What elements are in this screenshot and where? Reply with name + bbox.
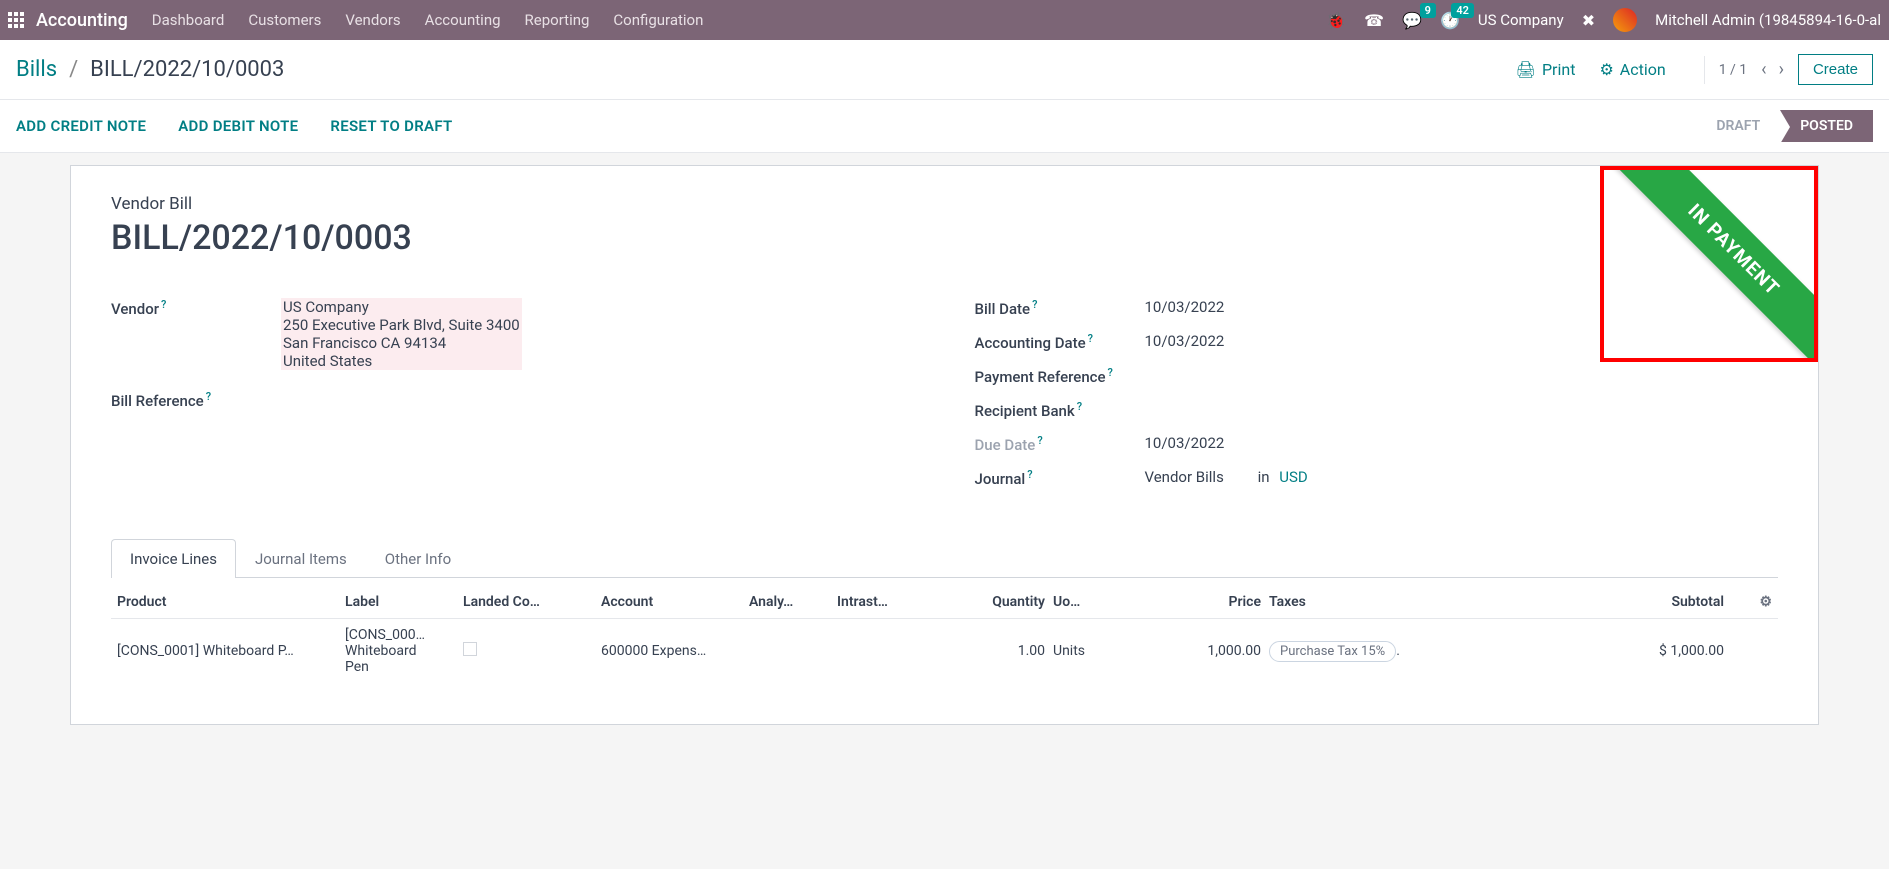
form-sheet: IN PAYMENT Vendor Bill BILL/2022/10/0003…	[70, 165, 1819, 725]
tab-journal-items[interactable]: Journal Items	[236, 539, 366, 578]
col-analytic: Analy…	[749, 594, 829, 610]
help-icon[interactable]: ?	[1088, 332, 1093, 345]
grid-header: Product Label Landed Co… Account Analy… …	[111, 586, 1778, 619]
invoice-lines-grid: Product Label Landed Co… Account Analy… …	[111, 586, 1778, 683]
breadcrumb-current: BILL/2022/10/0003	[90, 57, 284, 82]
cell-label: [CONS_000… Whiteboard Pen	[345, 627, 455, 675]
menu-accounting[interactable]: Accounting	[425, 11, 501, 29]
cell-landed	[463, 642, 593, 660]
apps-grid-icon[interactable]	[8, 12, 24, 28]
col-subtotal: Subtotal	[1427, 594, 1724, 610]
messages-icon[interactable]: 💬9	[1402, 11, 1422, 30]
col-product: Product	[117, 594, 337, 610]
breadcrumb-root[interactable]: Bills	[16, 57, 57, 82]
tax-tag[interactable]: Purchase Tax 15%	[1269, 641, 1396, 662]
doc-title: BILL/2022/10/0003	[111, 218, 1778, 258]
col-intrastat: Intrast…	[837, 594, 917, 610]
help-icon[interactable]: ?	[206, 390, 211, 403]
accdate-value[interactable]: 10/03/2022	[1145, 332, 1225, 350]
col-landed: Landed Co…	[463, 594, 593, 610]
add-debit-note-button[interactable]: ADD DEBIT NOTE	[178, 117, 298, 135]
col-taxes: Taxes	[1269, 594, 1419, 610]
reset-to-draft-button[interactable]: RESET TO DRAFT	[330, 117, 452, 135]
cell-taxes: Purchase Tax 15%.	[1269, 641, 1419, 662]
billdate-label: Bill Date?	[975, 298, 1145, 318]
messages-badge: 9	[1420, 3, 1436, 18]
payment-ribbon: IN PAYMENT	[1611, 166, 1818, 362]
fields-left: Vendor? US Company 250 Executive Park Bl…	[111, 298, 915, 502]
app-brand[interactable]: Accounting	[36, 10, 128, 31]
help-icon[interactable]: ?	[1037, 434, 1042, 447]
breadcrumb: Bills / BILL/2022/10/0003	[16, 57, 284, 82]
help-icon[interactable]: ?	[161, 298, 166, 311]
tabs: Invoice Lines Journal Items Other Info	[111, 538, 1778, 578]
bug-icon[interactable]: 🐞	[1326, 11, 1346, 30]
pager-prev[interactable]: ‹	[1755, 57, 1772, 82]
col-quantity: Quantity	[925, 594, 1045, 610]
help-icon[interactable]: ?	[1027, 468, 1032, 481]
menu-customers[interactable]: Customers	[248, 11, 321, 29]
cell-product: [CONS_0001] Whiteboard P…	[117, 643, 337, 659]
tab-other-info[interactable]: Other Info	[366, 539, 470, 578]
cell-price: 1,000.00	[1141, 643, 1261, 659]
activities-badge: 42	[1451, 3, 1474, 18]
status-bar: DRAFT POSTED	[1696, 110, 1873, 142]
journal-value[interactable]: Vendor Bills in USD	[1145, 468, 1308, 486]
cell-qty: 1.00	[925, 643, 1045, 659]
cell-account: 600000 Expens…	[601, 643, 741, 659]
billdate-value[interactable]: 10/03/2022	[1145, 298, 1225, 316]
help-icon[interactable]: ?	[1032, 298, 1037, 311]
col-account: Account	[601, 594, 741, 610]
main-menu: Dashboard Customers Vendors Accounting R…	[152, 11, 704, 29]
help-icon[interactable]: ?	[1108, 366, 1113, 379]
create-button[interactable]: Create	[1798, 54, 1873, 85]
pager-next[interactable]: ›	[1773, 57, 1790, 82]
sub-header: Bills / BILL/2022/10/0003 🖨 Print ⚙ Acti…	[0, 40, 1889, 100]
duedate-value[interactable]: 10/03/2022	[1145, 434, 1225, 452]
action-button[interactable]: ⚙ Action	[1599, 60, 1665, 79]
vendor-value[interactable]: US Company 250 Executive Park Blvd, Suit…	[281, 298, 522, 370]
journal-label: Journal?	[975, 468, 1145, 488]
nav-right: 🐞 ☎ 💬9 🕐42 US Company ✖ Mitchell Admin (…	[1326, 8, 1881, 32]
menu-dashboard[interactable]: Dashboard	[152, 11, 225, 29]
print-button[interactable]: 🖨 Print	[1516, 60, 1576, 79]
tools-icon[interactable]: ✖	[1582, 11, 1595, 30]
tab-invoice-lines[interactable]: Invoice Lines	[111, 539, 236, 578]
company-selector[interactable]: US Company	[1478, 11, 1564, 29]
payref-label: Payment Reference?	[975, 366, 1145, 386]
support-icon[interactable]: ☎	[1364, 11, 1384, 30]
status-posted[interactable]: POSTED	[1780, 110, 1873, 142]
doc-type-label: Vendor Bill	[111, 194, 1778, 214]
menu-reporting[interactable]: Reporting	[525, 11, 590, 29]
help-icon[interactable]: ?	[1077, 400, 1082, 413]
accdate-label: Accounting Date?	[975, 332, 1145, 352]
duedate-label: Due Date?	[975, 434, 1145, 454]
col-price: Price	[1141, 594, 1261, 610]
ribbon-highlight: IN PAYMENT	[1600, 166, 1818, 362]
table-row[interactable]: [CONS_0001] Whiteboard P… [CONS_000… Whi…	[111, 619, 1778, 683]
menu-configuration[interactable]: Configuration	[613, 11, 703, 29]
cell-uom: Units	[1053, 643, 1133, 659]
vendor-label: Vendor?	[111, 298, 281, 318]
pager-count: 1 / 1	[1719, 62, 1747, 78]
add-credit-note-button[interactable]: ADD CREDIT NOTE	[16, 117, 146, 135]
user-menu[interactable]: Mitchell Admin (19845894-16-0-al	[1655, 11, 1881, 29]
cell-subtotal: $ 1,000.00	[1427, 643, 1724, 659]
user-avatar[interactable]	[1613, 8, 1637, 32]
col-label: Label	[345, 594, 455, 610]
action-bar: ADD CREDIT NOTE ADD DEBIT NOTE RESET TO …	[0, 100, 1889, 153]
columns-options-icon[interactable]: ⚙	[1759, 594, 1772, 610]
landed-checkbox[interactable]	[463, 642, 477, 656]
bank-label: Recipient Bank?	[975, 400, 1145, 420]
billref-label: Bill Reference?	[111, 390, 281, 410]
currency-link[interactable]: USD	[1279, 468, 1307, 486]
col-uom: Uo…	[1053, 594, 1133, 610]
activities-icon[interactable]: 🕐42	[1440, 11, 1460, 30]
menu-vendors[interactable]: Vendors	[345, 11, 400, 29]
top-navbar: Accounting Dashboard Customers Vendors A…	[0, 0, 1889, 40]
status-draft[interactable]: DRAFT	[1696, 110, 1780, 142]
